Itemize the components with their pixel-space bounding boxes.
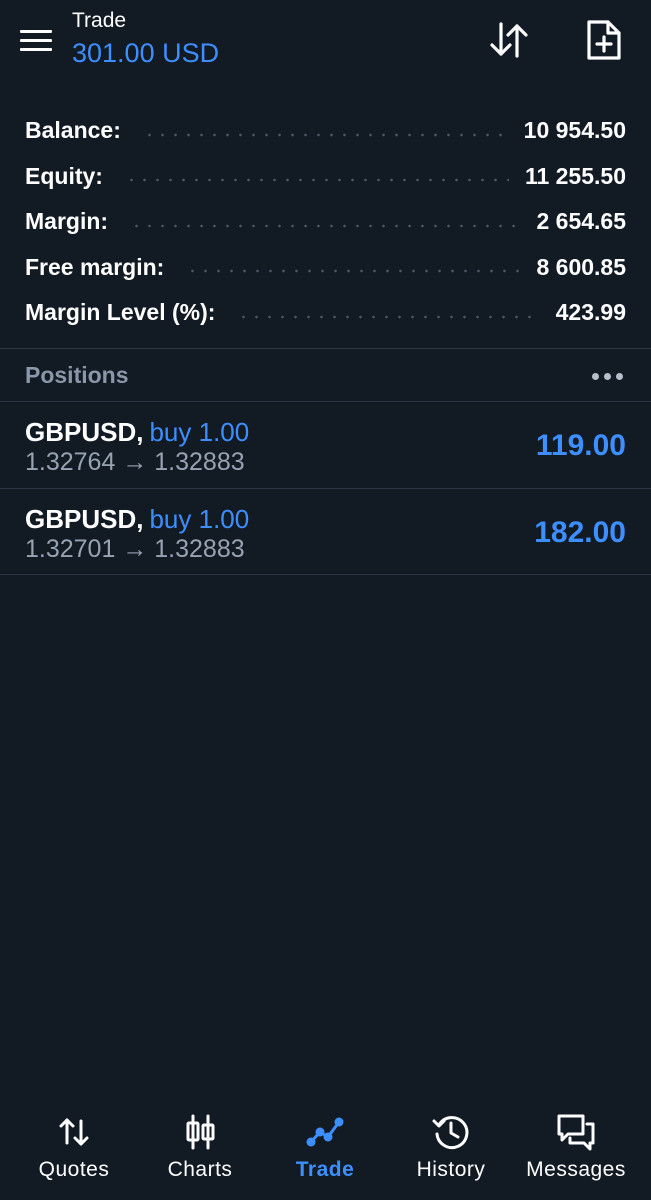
- dotted-leader: [124, 178, 509, 183]
- dotted-leader: [237, 314, 540, 319]
- summary-label: Equity:: [25, 162, 103, 189]
- dotted-leader: [142, 132, 508, 137]
- position-profit: 119.00: [535, 429, 626, 462]
- nav-messages[interactable]: Messages: [511, 1100, 641, 1200]
- position-profit: 182.00: [534, 516, 626, 549]
- position-row[interactable]: GBPUSD, buy 1.00 1.32764 → 1.32883 119.00: [0, 402, 651, 488]
- nav-label: Trade: [295, 1158, 355, 1181]
- dotted-leader: [186, 269, 521, 274]
- summary-label: Balance:: [25, 117, 121, 144]
- position-row[interactable]: GBPUSD, buy 1.00 1.32701 → 1.32883 182.00: [0, 489, 651, 575]
- position-title: GBPUSD, buy 1.00: [25, 416, 249, 448]
- nav-quotes[interactable]: Quotes: [9, 1100, 139, 1200]
- position-prices: 1.32701 → 1.32883: [25, 535, 245, 563]
- summary-row-balance: Balance: 10 954.50: [0, 108, 651, 154]
- positions-title: Positions: [25, 362, 129, 388]
- summary-label: Free margin:: [25, 253, 165, 280]
- summary-value: 8 600.85: [536, 253, 626, 280]
- summary-value: 11 255.50: [524, 162, 626, 189]
- history-icon: [431, 1112, 471, 1152]
- account-profit: 301.00 USD: [72, 38, 220, 68]
- position-symbol: GBPUSD,: [25, 417, 144, 447]
- nav-trade[interactable]: Trade: [260, 1100, 390, 1200]
- menu-icon[interactable]: [18, 26, 54, 56]
- arrows-updown-icon: [54, 1112, 94, 1152]
- trade-screen: Trade 301.00 USD Balance: 10 954.50 Equi…: [0, 0, 651, 1200]
- nav-charts[interactable]: Charts: [135, 1100, 265, 1200]
- sort-icon[interactable]: [487, 18, 531, 62]
- summary-label: Margin:: [25, 208, 109, 235]
- summary-value: 423.99: [555, 299, 626, 326]
- summary-row-margin-level: Margin Level (%): 423.99: [0, 290, 651, 336]
- summary-value: 10 954.50: [523, 117, 626, 144]
- app-header: Trade 301.00 USD: [0, 0, 651, 90]
- position-side: buy 1.00: [149, 417, 250, 447]
- summary-row-margin: Margin: 2 654.65: [0, 199, 651, 245]
- summary-row-free-margin: Free margin: 8 600.85: [0, 245, 651, 291]
- chat-icon: [556, 1112, 596, 1152]
- position-symbol: GBPUSD,: [25, 504, 144, 534]
- summary-row-equity: Equity: 11 255.50: [0, 154, 651, 200]
- header-title-block: Trade 301.00 USD: [72, 8, 219, 70]
- position-prices: 1.32764 → 1.32883: [25, 448, 245, 476]
- nav-history[interactable]: History: [386, 1100, 516, 1200]
- account-summary: Balance: 10 954.50 Equity: 11 255.50 Mar…: [0, 108, 651, 336]
- summary-label: Margin Level (%):: [25, 299, 216, 326]
- divider: [0, 574, 651, 575]
- dotted-leader: [130, 223, 521, 228]
- nav-label: Quotes: [38, 1158, 110, 1181]
- new-order-icon[interactable]: [582, 18, 626, 62]
- trend-line-icon: [305, 1112, 345, 1152]
- nav-label: Charts: [167, 1158, 233, 1181]
- page-title: Trade: [72, 9, 127, 32]
- bottom-navigation: Quotes Charts Trade History Messages: [0, 1100, 651, 1200]
- candlestick-icon: [180, 1112, 220, 1152]
- nav-label: Messages: [526, 1158, 626, 1181]
- summary-value: 2 654.65: [536, 208, 626, 235]
- positions-header: Positions: [0, 349, 651, 401]
- position-side: buy 1.00: [149, 504, 250, 534]
- position-title: GBPUSD, buy 1.00: [25, 503, 249, 535]
- nav-label: History: [416, 1158, 486, 1181]
- more-options-icon[interactable]: [588, 365, 628, 387]
